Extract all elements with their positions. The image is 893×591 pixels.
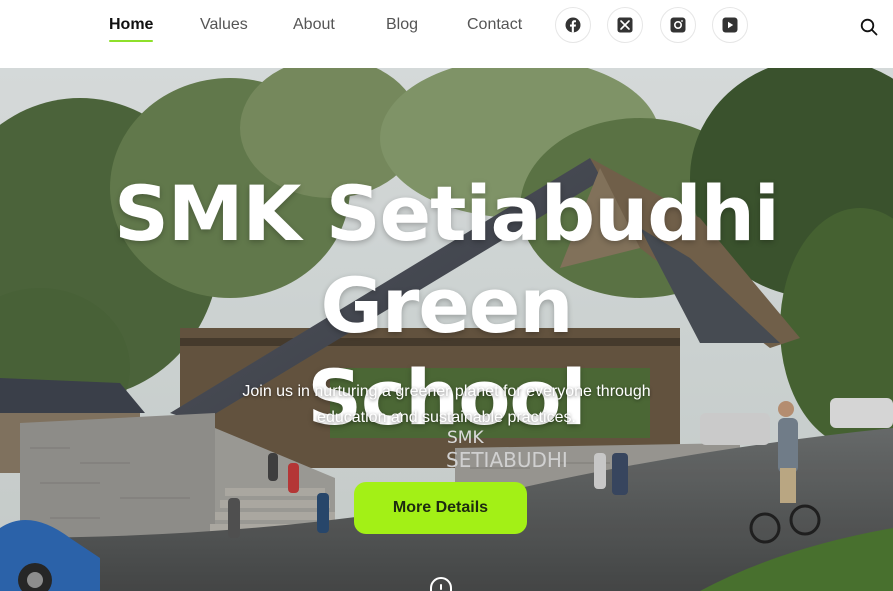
facebook-icon (565, 17, 581, 33)
search-button[interactable] (856, 14, 882, 40)
nav-blog[interactable]: Blog (386, 16, 418, 34)
instagram-icon (670, 17, 686, 33)
nav-home-label: Home (109, 16, 154, 33)
hero-subtitle-line1: Join us in nurturing a greener planet fo… (242, 383, 651, 400)
site-header: Home Values About Blog Contact (0, 0, 893, 68)
nav-home[interactable]: Home (109, 16, 154, 42)
nav-contact[interactable]: Contact (467, 16, 522, 34)
instagram-button[interactable] (660, 7, 696, 43)
nav-values[interactable]: Values (200, 16, 248, 34)
nav-active-underline (109, 40, 154, 42)
youtube-icon (722, 17, 738, 33)
hero-subtitle-line2: education and sustainable practices. (317, 409, 576, 426)
x-twitter-icon (617, 17, 633, 33)
facebook-button[interactable] (555, 7, 591, 43)
hero-subtitle: Join us in nurturing a greener planet fo… (210, 379, 683, 431)
x-twitter-button[interactable] (607, 7, 643, 43)
nav-about[interactable]: About (293, 16, 335, 34)
more-details-button[interactable]: More Details (354, 482, 527, 534)
youtube-button[interactable] (712, 7, 748, 43)
hero-section: SMK SETIABUDHI SMK Setiabudhi Green Scho… (0, 68, 893, 591)
search-icon (860, 18, 878, 36)
hero-title-line1: SMK Setiabudhi Green (114, 169, 780, 350)
